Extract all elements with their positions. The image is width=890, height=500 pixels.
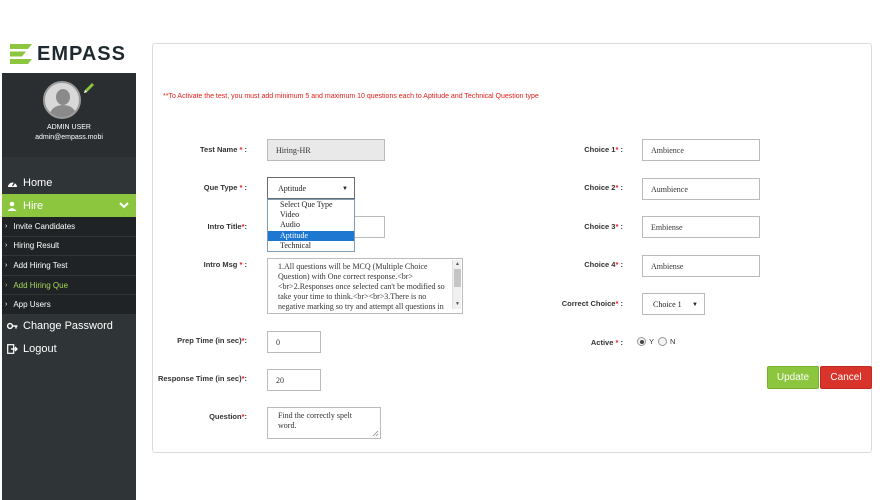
sidebar-item-home[interactable]: Home — [2, 171, 136, 194]
response-time-field[interactable]: 20 — [267, 369, 321, 391]
chevron-right-icon: › — [5, 242, 8, 250]
profile-name: ADMIN USER — [47, 124, 91, 131]
choice2-field[interactable]: Aumbience — [642, 178, 760, 200]
sidebar: ADMIN USER admin@empass.mobi Home Hire ›… — [2, 73, 136, 500]
sidebar-nav: Home Hire › Invite Candidates › Hiring Res… — [2, 171, 136, 361]
submenu-item-add-hiring-que[interactable]: › Add Hiring Que — [2, 276, 136, 296]
resize-handle-icon[interactable] — [372, 430, 379, 437]
caret-down-icon: ▼ — [692, 302, 698, 308]
active-no-label: N — [670, 337, 676, 346]
dropdown-option[interactable]: Audio — [268, 220, 354, 230]
brand-name: EMPASS — [37, 42, 126, 65]
submenu-item-app-users[interactable]: › App Users — [2, 295, 136, 315]
page: EMPASS ADMIN USER admin@empass.mobi Home — [0, 0, 890, 500]
test-name-field[interactable]: Hiring-HR — [267, 139, 385, 161]
question-form-panel: **To Activate the test, you must add min… — [152, 43, 872, 453]
intro-msg-label: Intro Msg * : — [203, 260, 247, 269]
choice4-field[interactable]: Ambiense — [642, 255, 760, 277]
que-type-label: Que Type * : — [203, 183, 247, 192]
dropdown-option[interactable]: Technical — [268, 241, 354, 251]
cancel-button[interactable]: Cancel — [820, 366, 872, 389]
sidebar-item-label: Home — [23, 176, 53, 189]
logout-icon — [6, 343, 18, 355]
profile-email: admin@empass.mobi — [35, 134, 103, 141]
choice3-field[interactable]: Embiense — [642, 216, 760, 238]
que-type-dropdown: Select Que Type Video Audio Aptitude Tec… — [267, 199, 355, 252]
brand-logo[interactable]: EMPASS — [8, 40, 136, 68]
submenu-item-invite-candidates[interactable]: › Invite Candidates — [2, 217, 136, 237]
logo-icon — [10, 44, 32, 64]
prep-time-field[interactable]: 0 — [267, 331, 321, 353]
sidebar-item-label: Hire — [23, 199, 44, 212]
scroll-down-icon[interactable]: ▼ — [454, 300, 461, 310]
chevron-right-icon: › — [5, 261, 8, 269]
choice4-label: Choice 4* : — [584, 260, 623, 269]
chevron-down-icon — [119, 202, 129, 209]
correct-choice-label: Correct Choice* : — [561, 299, 623, 308]
question-textarea[interactable]: Find the correctly spelt word. — [267, 407, 381, 439]
question-label: Question*: — [209, 412, 247, 421]
que-type-select[interactable]: Aptitude ▼ — [267, 177, 355, 199]
active-no-radio[interactable] — [658, 337, 668, 346]
active-label: Active * : — [590, 338, 623, 347]
hire-submenu: › Invite Candidates › Hiring Result › Add H… — [2, 217, 136, 315]
dropdown-option[interactable]: Select Que Type — [268, 200, 354, 210]
intro-title-label: Intro Title*: — [207, 222, 247, 231]
active-yes-radio[interactable] — [637, 337, 646, 346]
correct-choice-select[interactable]: Choice 1 ▼ — [642, 293, 705, 315]
caret-down-icon: ▼ — [342, 186, 348, 192]
test-name-label: Test Name * : — [200, 145, 247, 154]
active-radio-group: Y N — [637, 337, 679, 346]
prep-time-label: Prep Time (in sec)*: — [177, 336, 247, 345]
submenu-item-add-hiring-test[interactable]: › Add Hiring Test — [2, 256, 136, 276]
sidebar-item-logout[interactable]: Logout — [2, 338, 136, 361]
intro-msg-textarea[interactable]: 1.All questions will be MCQ (Multiple Ch… — [267, 258, 463, 314]
choice3-label: Choice 3* : — [584, 222, 623, 231]
pencil-icon[interactable] — [82, 81, 96, 95]
choice2-label: Choice 2* : — [584, 183, 623, 192]
activation-notice: **To Activate the test, you must add min… — [163, 93, 539, 100]
profile-card: ADMIN USER admin@empass.mobi — [2, 73, 136, 157]
sidebar-item-change-password[interactable]: Change Password — [2, 315, 136, 338]
active-yes-label: Y — [649, 337, 655, 346]
sidebar-item-label: Logout — [23, 343, 57, 356]
choice1-label: Choice 1* : — [584, 145, 623, 154]
dropdown-option-selected[interactable]: Aptitude — [268, 230, 354, 241]
key-icon — [6, 320, 18, 332]
textarea-scrollbar[interactable]: ▲ ▼ — [452, 260, 461, 309]
scroll-thumb[interactable] — [454, 269, 461, 287]
submenu-item-hiring-result[interactable]: › Hiring Result — [2, 237, 136, 257]
sidebar-item-hire[interactable]: Hire — [2, 194, 136, 217]
avatar[interactable] — [43, 81, 81, 119]
response-time-label: Response Time (in sec)*: — [157, 374, 247, 383]
chevron-right-icon: › — [5, 301, 8, 309]
update-button[interactable]: Update — [767, 366, 819, 389]
sidebar-item-label: Change Password — [23, 320, 113, 333]
dashboard-icon — [6, 177, 18, 189]
user-icon — [6, 200, 18, 212]
choice1-field[interactable]: Ambience — [642, 139, 760, 161]
chevron-right-icon: › — [5, 222, 8, 230]
chevron-right-icon: › — [5, 281, 8, 289]
dropdown-option[interactable]: Video — [268, 210, 354, 220]
